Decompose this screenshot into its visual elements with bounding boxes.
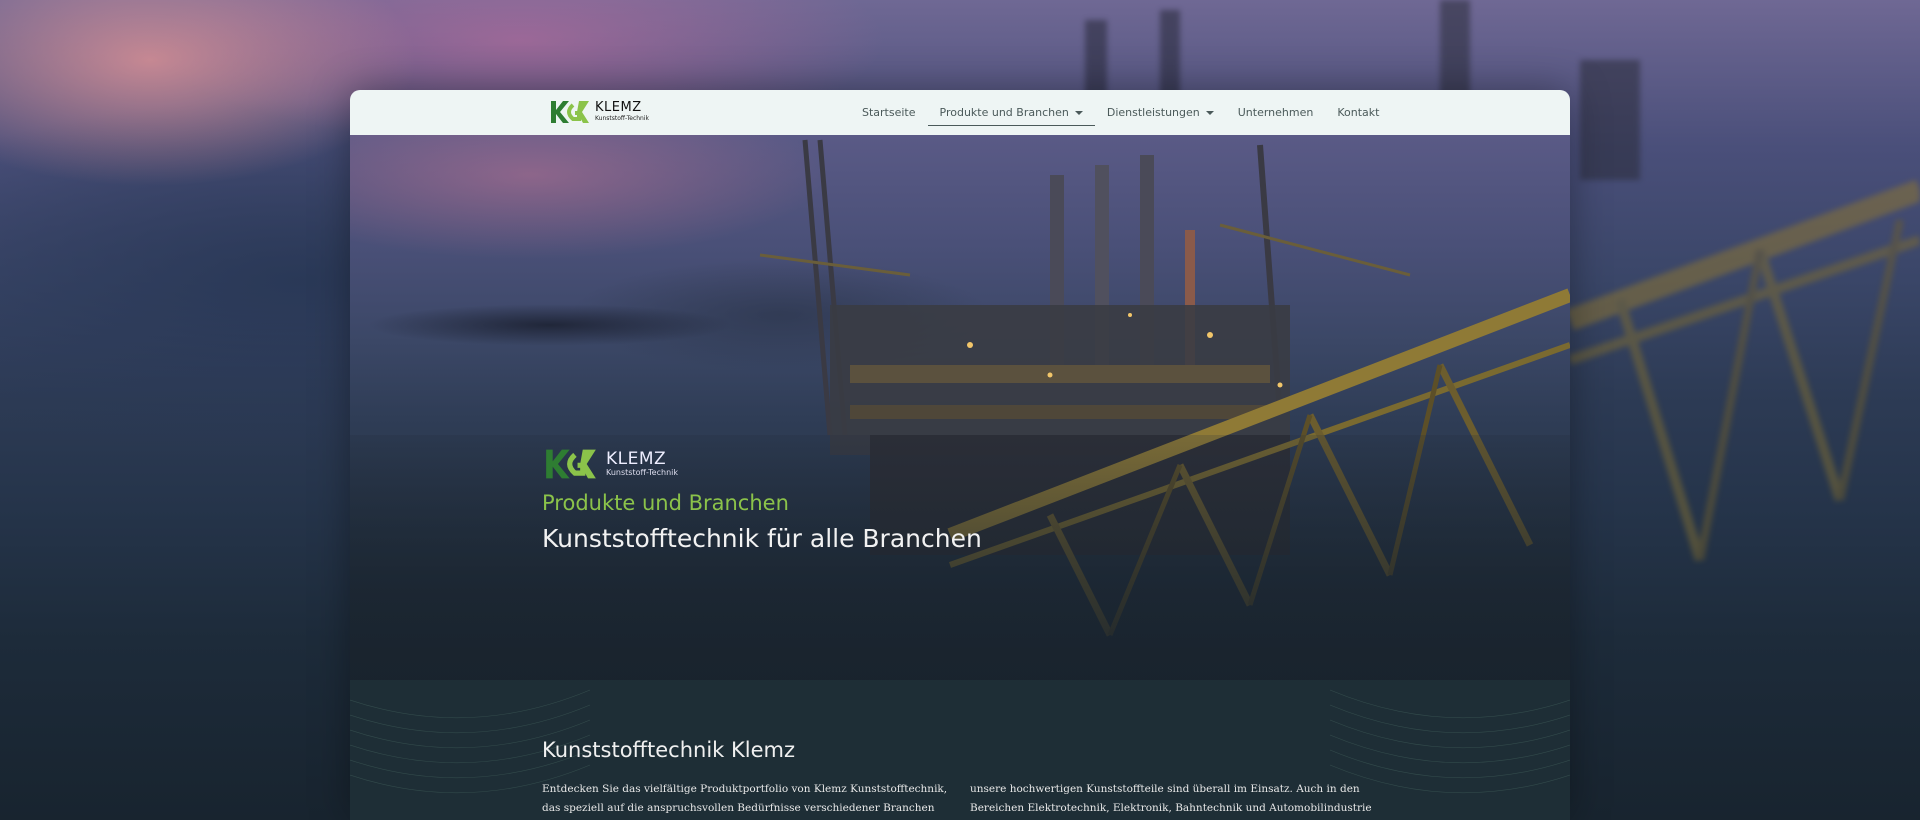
nav-item-label: Unternehmen	[1237, 106, 1314, 119]
chevron-down-icon	[1205, 110, 1214, 115]
main-panel: KLEMZ Kunststoff-Technik Startseite Prod…	[350, 90, 1570, 820]
chevron-down-icon	[1074, 110, 1083, 115]
hero-brand-tagline: Kunststoff-Technik	[606, 468, 678, 477]
section-heading: Kunststofftechnik Klemz	[542, 738, 796, 762]
brand-name: KLEMZ	[595, 100, 642, 115]
nav-item-label: Produkte und Branchen	[939, 106, 1069, 119]
main-menu: Startseite Produkte und Branchen Dienstl…	[850, 90, 1391, 135]
hero-subtitle: Produkte und Branchen	[542, 491, 789, 515]
hero-brand-name: KLEMZ	[606, 449, 667, 469]
klemz-logo-mark-icon	[551, 101, 589, 123]
klemz-logo-mark-icon	[546, 449, 596, 479]
hero-logo: KLEMZ Kunststoff-Technik	[542, 447, 982, 481]
nav-item-label: Dienstleistungen	[1106, 106, 1200, 119]
nav-item-label: Kontakt	[1337, 106, 1380, 119]
hero-title: Kunststofftechnik für alle Branchen	[542, 524, 982, 553]
nav-item-label: Startseite	[862, 106, 916, 119]
nav-item-dienstleistungen[interactable]: Dienstleistungen	[1095, 90, 1226, 135]
intro-section: Kunststofftechnik Klemz Entdecken Sie da…	[350, 680, 1570, 820]
nav-item-produkte-und-branchen[interactable]: Produkte und Branchen	[927, 90, 1096, 135]
hero-banner: KLEMZ Kunststoff-Technik Produkte und Br…	[350, 135, 1570, 680]
brand-logo[interactable]: KLEMZ Kunststoff-Technik	[549, 99, 649, 125]
top-navbar: KLEMZ Kunststoff-Technik Startseite Prod…	[350, 90, 1570, 135]
brand-tagline: Kunststoff-Technik	[595, 115, 649, 122]
nav-item-unternehmen[interactable]: Unternehmen	[1226, 90, 1326, 135]
section-text-column-1: Entdecken Sie das vielfältige Produktpor…	[542, 783, 948, 814]
nav-item-kontakt[interactable]: Kontakt	[1325, 90, 1391, 135]
section-text-column-2: unsere hochwertigen Kunststoffteile sind…	[970, 783, 1372, 814]
decorative-wave-pattern	[350, 689, 1570, 794]
nav-item-startseite[interactable]: Startseite	[850, 90, 928, 135]
hero-content: KLEMZ Kunststoff-Technik Produkte und Br…	[542, 447, 982, 553]
